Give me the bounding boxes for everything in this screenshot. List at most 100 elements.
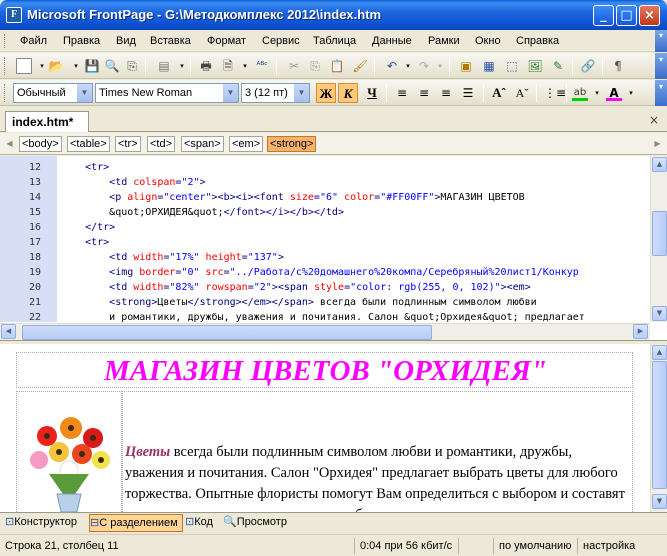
insert-table-icon[interactable]: ▦: [481, 58, 497, 74]
menu-edit[interactable]: Правка: [63, 35, 100, 47]
tasks-dropdown-icon[interactable]: ▾: [174, 58, 190, 74]
menu-file[interactable]: Файл: [20, 35, 47, 47]
size-select[interactable]: 3 (12 пт) ▼: [241, 83, 310, 103]
scroll-up-icon[interactable]: ▲: [652, 345, 667, 360]
chevron-down-icon[interactable]: ▼: [223, 84, 238, 102]
drawing-icon[interactable]: ✎: [550, 58, 566, 74]
menu-grip[interactable]: [4, 34, 7, 48]
tab-code[interactable]: ⊡Код: [185, 514, 221, 532]
align-right-icon[interactable]: ≡: [438, 85, 454, 101]
publish-icon[interactable]: ⎘: [124, 58, 140, 74]
highlight-icon[interactable]: ab: [572, 85, 588, 101]
toolbar-chevron-icon[interactable]: ▾: [655, 53, 667, 79]
code-line[interactable]: </tr>: [61, 222, 115, 233]
toolbar-chevron-icon[interactable]: ▾: [655, 80, 667, 106]
maximize-button[interactable]: □: [616, 5, 637, 26]
code-line[interactable]: <td colspan="2">: [61, 177, 205, 188]
heading-cell[interactable]: МАГАЗИН ЦВЕТОВ "ОРХИДЕЯ": [16, 352, 633, 388]
chevron-down-icon[interactable]: ▼: [77, 84, 92, 102]
tab-design[interactable]: ⊡Конструктор: [5, 514, 87, 532]
numbering-icon[interactable]: ⋮≡: [544, 85, 566, 101]
scroll-thumb[interactable]: [22, 325, 432, 340]
tag-tr[interactable]: <tr>: [115, 136, 141, 152]
minimize-button[interactable]: _: [593, 5, 614, 26]
code-line[interactable]: <td width="17%" height="137">: [61, 252, 284, 263]
scroll-up-icon[interactable]: ▲: [652, 157, 667, 172]
scroll-thumb[interactable]: [652, 361, 667, 489]
tag-span[interactable]: <span>: [181, 136, 224, 152]
shrink-font-icon[interactable]: Aˇ: [514, 85, 530, 101]
undo-dropdown-icon[interactable]: ▾: [400, 58, 416, 74]
flower-bouquet-image[interactable]: [19, 394, 119, 512]
print-preview-icon[interactable]: 🗎: [220, 58, 236, 74]
preview-dropdown-icon[interactable]: ▾: [237, 58, 253, 74]
highlight-dropdown-icon[interactable]: ▾: [589, 85, 605, 101]
toolbar-grip[interactable]: [4, 84, 7, 102]
design-vertical-scrollbar[interactable]: ▲ ▼: [650, 344, 667, 512]
code-line[interactable]: <tr>: [61, 162, 109, 173]
design-pane[interactable]: МАГАЗИН ЦВЕТОВ "ОРХИДЕЯ" Цветы всегда бы…: [0, 344, 667, 512]
tag-em[interactable]: <em>: [229, 136, 264, 152]
code-line[interactable]: <p align="center"><b><i><font size="6" c…: [61, 192, 525, 203]
insert-picture-icon[interactable]: 🖼: [527, 58, 543, 74]
tasks-icon[interactable]: ▤: [156, 58, 172, 74]
tab-split[interactable]: ⊟С разделением: [89, 514, 183, 532]
scroll-down-icon[interactable]: ▼: [652, 306, 667, 321]
spelling-icon[interactable]: ᴬᴮᶜ: [254, 58, 270, 74]
scroll-down-icon[interactable]: ▼: [652, 494, 667, 509]
web-component-icon[interactable]: ▣: [458, 58, 474, 74]
hyperlink-icon[interactable]: 🔗: [580, 58, 596, 74]
text-cell[interactable]: Цветы всегда были подлинным символом люб…: [122, 391, 633, 512]
tag-strong[interactable]: <strong>: [267, 136, 317, 152]
code-line[interactable]: <strong>Цветы</strong></em></span> всегд…: [61, 297, 536, 308]
grow-font-icon[interactable]: Aˆ: [491, 85, 507, 101]
code-line[interactable]: &quot;ОРХИДЕЯ&quot;</font></i></b></td>: [61, 207, 344, 218]
undo-icon[interactable]: ↶: [384, 58, 400, 74]
code-vertical-scrollbar[interactable]: ▲ ▼: [650, 156, 667, 322]
italic-button[interactable]: К: [338, 83, 358, 103]
toolbar-grip[interactable]: [4, 57, 7, 75]
underline-button[interactable]: Ч: [362, 83, 382, 103]
copy-icon[interactable]: ⎘: [307, 58, 323, 74]
scroll-left-icon[interactable]: ◀: [1, 324, 16, 339]
open-dropdown-icon[interactable]: ▾: [68, 58, 84, 74]
redo-dropdown-icon[interactable]: ▾: [432, 58, 448, 74]
tag-scroll-left-icon[interactable]: ◀: [4, 136, 15, 152]
menu-tools[interactable]: Сервис: [262, 35, 300, 47]
chevron-down-icon[interactable]: ▼: [294, 84, 309, 102]
menu-insert[interactable]: Вставка: [150, 35, 191, 47]
menu-window[interactable]: Окно: [475, 35, 501, 47]
font-select[interactable]: Times New Roman ▼: [95, 83, 239, 103]
close-document-icon[interactable]: ×: [649, 113, 659, 127]
code-line[interactable]: и романтики, дружбы, уважения и почитани…: [61, 312, 585, 322]
paste-icon[interactable]: 📋: [329, 58, 345, 74]
tab-index-htm[interactable]: index.htm*: [5, 111, 89, 132]
align-left-icon[interactable]: ≡: [394, 85, 410, 101]
scroll-thumb[interactable]: [652, 211, 667, 256]
align-center-icon[interactable]: ≡: [416, 85, 432, 101]
new-page-icon[interactable]: [16, 58, 32, 74]
code-line[interactable]: <td width="82%" rowspan="2"><span style=…: [61, 282, 531, 293]
menu-table[interactable]: Таблица: [313, 35, 356, 47]
bold-button[interactable]: Ж: [316, 83, 336, 103]
format-painter-icon[interactable]: 🖌: [352, 58, 368, 74]
save-icon[interactable]: 💾: [84, 58, 100, 74]
tag-scroll-right-icon[interactable]: ▶: [652, 136, 663, 152]
close-button[interactable]: ×: [639, 5, 660, 26]
justify-icon[interactable]: ☰: [460, 85, 476, 101]
style-select[interactable]: Обычный ▼: [13, 83, 93, 103]
font-color-icon[interactable]: A: [606, 85, 622, 101]
tab-preview[interactable]: 🔍Просмотр: [223, 514, 289, 532]
scroll-right-icon[interactable]: ▶: [633, 324, 648, 339]
code-line[interactable]: <tr>: [61, 237, 109, 248]
menu-view[interactable]: Вид: [116, 35, 136, 47]
redo-icon[interactable]: ↷: [416, 58, 432, 74]
search-icon[interactable]: 🔍: [104, 58, 120, 74]
menu-frames[interactable]: Рамки: [428, 35, 460, 47]
menu-help[interactable]: Справка: [516, 35, 559, 47]
font-color-dropdown-icon[interactable]: ▾: [623, 85, 639, 101]
image-cell[interactable]: [16, 391, 122, 512]
code-pane[interactable]: 12 13 14 15 16 17 18 19 20 21 22 <tr> <td colspan=…: [0, 156, 667, 340]
tag-table[interactable]: <table>: [67, 136, 110, 152]
code-horizontal-scrollbar[interactable]: ◀ ▶: [0, 323, 650, 340]
